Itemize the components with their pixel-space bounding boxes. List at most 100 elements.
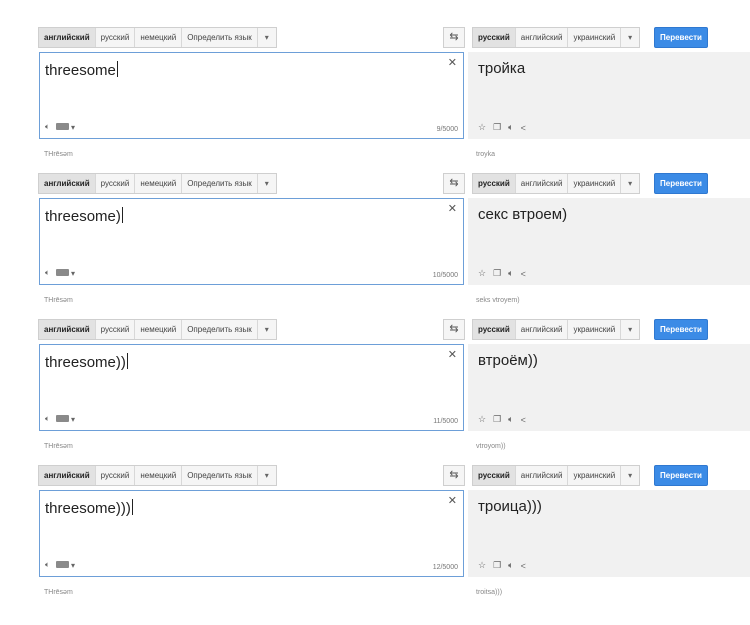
sound-icon[interactable]: 🔈︎ — [45, 414, 50, 424]
sound-icon[interactable]: 🔈︎ — [508, 414, 513, 425]
star-icon[interactable]: ☆ — [478, 268, 486, 279]
copy-icon[interactable]: ❐ — [493, 122, 501, 133]
source-text-value: threesome)) — [45, 354, 126, 371]
source-language-tab[interactable]: русский — [95, 174, 136, 193]
target-language-tab[interactable]: английский — [515, 28, 569, 47]
source-language-dropdown[interactable]: ▾ — [257, 466, 276, 485]
chevron-down-icon: ▾ — [628, 471, 633, 480]
sound-icon[interactable]: 🔈︎ — [45, 268, 50, 278]
source-tools: 🔈︎ ▾ — [45, 268, 75, 278]
target-language-tab[interactable]: русский — [473, 174, 516, 193]
target-language-dropdown[interactable]: ▾ — [621, 174, 640, 193]
source-language-bar: английский русский немецкий Определить язык… — [38, 173, 277, 194]
source-language-tab[interactable]: русский — [95, 320, 136, 339]
source-language-tab[interactable]: Определить язык — [182, 28, 258, 47]
star-icon[interactable]: ☆ — [478, 122, 486, 133]
target-language-tab[interactable]: русский — [473, 320, 516, 339]
character-count: 9/5000 — [436, 126, 458, 133]
copy-icon[interactable]: ❐ — [493, 560, 501, 571]
source-language-dropdown[interactable]: ▾ — [257, 28, 276, 47]
target-language-tab[interactable]: украинский — [568, 174, 622, 193]
sound-icon[interactable]: 🔈︎ — [508, 268, 513, 279]
chevron-down-icon: ▾ — [264, 325, 269, 334]
target-language-tab[interactable]: русский — [473, 466, 516, 485]
translate-button[interactable]: Перевести — [654, 465, 708, 486]
chevron-down-icon: ▾ — [264, 471, 269, 480]
keyboard-icon — [55, 560, 69, 568]
translation-text: втроём)) — [478, 352, 538, 369]
source-language-tab[interactable]: Определить язык — [182, 466, 258, 485]
target-language-dropdown[interactable]: ▾ — [621, 320, 640, 339]
translator-panel: английский русский немецкий Определить язык… — [0, 438, 750, 596]
keyboard-button[interactable]: ▾ — [55, 268, 75, 278]
clear-button[interactable]: ✕ — [448, 56, 457, 69]
source-language-tab[interactable]: Определить язык — [182, 320, 258, 339]
chevron-down-icon: ▾ — [71, 122, 76, 132]
source-language-tab[interactable]: немецкий — [135, 466, 183, 485]
swap-languages-button[interactable]: ⇆ — [443, 173, 465, 194]
keyboard-button[interactable]: ▾ — [55, 560, 75, 570]
source-language-tab[interactable]: русский — [95, 466, 136, 485]
sound-icon[interactable]: 🔈︎ — [45, 560, 50, 570]
star-icon[interactable]: ☆ — [478, 414, 486, 425]
source-text[interactable]: threesome — [45, 61, 118, 79]
share-icon[interactable]: < — [521, 415, 526, 425]
translate-button[interactable]: Перевести — [654, 173, 708, 194]
source-text[interactable]: threesome))) — [45, 499, 133, 517]
source-language-tab[interactable]: Определить язык — [182, 174, 258, 193]
text-cursor — [116, 61, 118, 77]
source-language-tab[interactable]: английский — [39, 466, 96, 485]
swap-languages-button[interactable]: ⇆ — [443, 465, 465, 486]
source-language-tab[interactable]: русский — [95, 28, 136, 47]
swap-languages-icon: ⇆ — [449, 323, 459, 335]
clear-button[interactable]: ✕ — [448, 348, 457, 361]
source-language-tab[interactable]: английский — [39, 320, 96, 339]
target-language-tab[interactable]: украинский — [568, 320, 622, 339]
source-language-tab[interactable]: немецкий — [135, 28, 183, 47]
copy-icon[interactable]: ❐ — [493, 268, 501, 279]
source-text[interactable]: threesome) — [45, 207, 123, 225]
source-text-area[interactable]: threesome))) ✕ 🔈︎ ▾ 12/5000 — [39, 490, 464, 577]
keyboard-button[interactable]: ▾ — [55, 122, 76, 132]
share-icon[interactable]: < — [521, 123, 526, 133]
source-language-tab[interactable]: немецкий — [135, 320, 183, 339]
target-language-bar: русский английский украинский ▾ — [472, 465, 641, 486]
translate-button[interactable]: Перевести — [654, 27, 708, 48]
source-language-dropdown[interactable]: ▾ — [257, 320, 276, 339]
target-language-dropdown[interactable]: ▾ — [621, 28, 640, 47]
share-icon[interactable]: < — [521, 269, 526, 279]
clear-icon: ✕ — [447, 203, 457, 215]
source-tools: 🔈︎ ▾ — [45, 414, 75, 424]
translate-button[interactable]: Перевести — [654, 319, 708, 340]
share-icon[interactable]: < — [521, 561, 526, 571]
clear-button[interactable]: ✕ — [448, 202, 457, 215]
source-language-tab[interactable]: английский — [39, 28, 96, 47]
sound-icon[interactable]: 🔈︎ — [508, 560, 513, 571]
translation-tools: ☆ ❐ 🔈︎ < — [478, 560, 526, 571]
sound-icon[interactable]: 🔈︎ — [45, 122, 50, 132]
target-language-tab[interactable]: английский — [515, 174, 569, 193]
clear-button[interactable]: ✕ — [448, 494, 457, 507]
character-count: 10/5000 — [432, 272, 458, 279]
sound-icon[interactable]: 🔈︎ — [508, 122, 513, 133]
source-text-area[interactable]: threesome ✕ 🔈︎ ▾ 9/5000 — [39, 52, 464, 139]
target-language-tab[interactable]: украинский — [568, 466, 622, 485]
source-text-value: threesome) — [45, 208, 121, 225]
source-tools: 🔈︎ ▾ — [45, 122, 75, 132]
source-language-tab[interactable]: немецкий — [135, 174, 183, 193]
target-language-tab[interactable]: английский — [515, 466, 569, 485]
source-language-dropdown[interactable]: ▾ — [257, 174, 276, 193]
source-language-tab[interactable]: английский — [39, 174, 96, 193]
source-text-area[interactable]: threesome) ✕ 🔈︎ ▾ 10/5000 — [39, 198, 464, 285]
swap-languages-button[interactable]: ⇆ — [443, 27, 465, 48]
copy-icon[interactable]: ❐ — [493, 414, 501, 425]
star-icon[interactable]: ☆ — [478, 560, 486, 571]
target-language-tab[interactable]: русский — [473, 28, 516, 47]
target-language-dropdown[interactable]: ▾ — [621, 466, 640, 485]
keyboard-button[interactable]: ▾ — [55, 414, 75, 424]
target-language-tab[interactable]: английский — [515, 320, 569, 339]
swap-languages-button[interactable]: ⇆ — [443, 319, 465, 340]
source-text[interactable]: threesome)) — [45, 353, 128, 371]
target-language-tab[interactable]: украинский — [568, 28, 622, 47]
source-text-area[interactable]: threesome)) ✕ 🔈︎ ▾ 11/5000 — [39, 344, 464, 431]
